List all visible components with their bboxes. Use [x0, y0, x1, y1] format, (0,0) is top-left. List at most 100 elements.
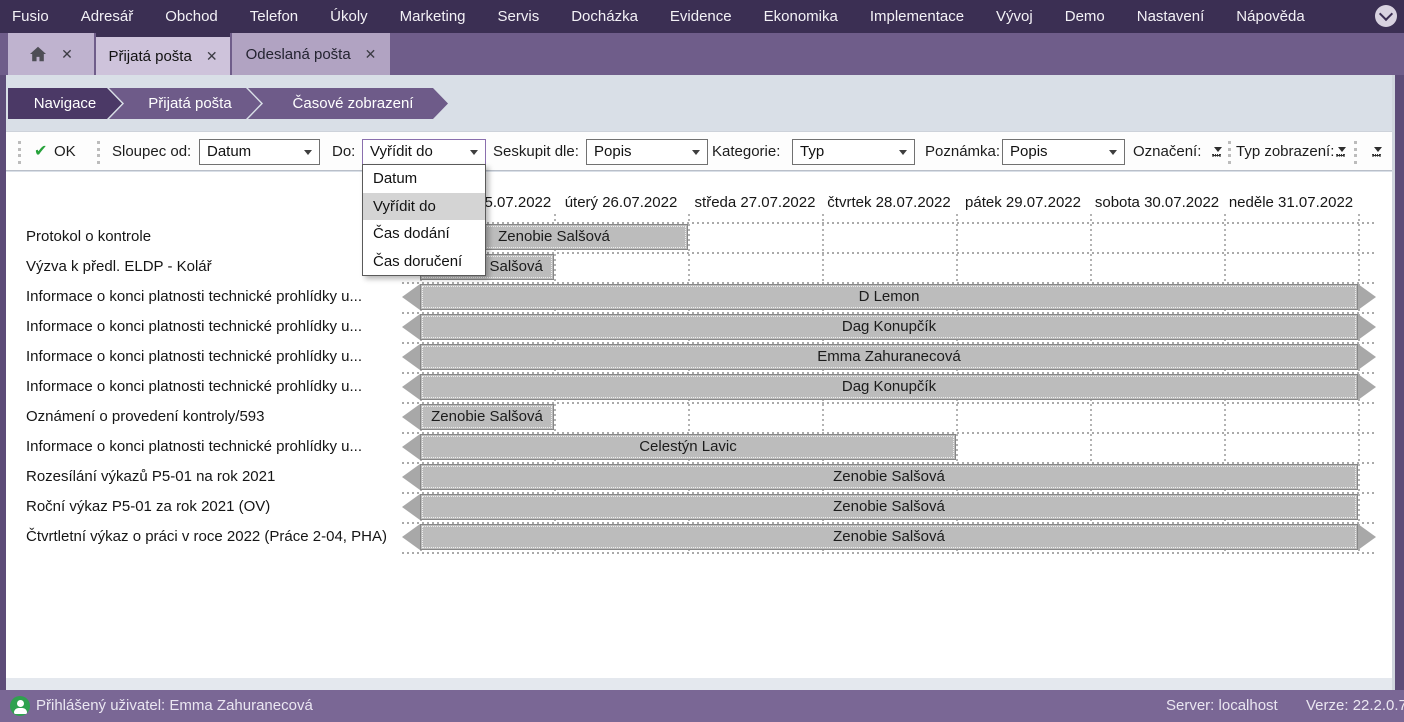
category-select[interactable]: Typ	[792, 139, 915, 165]
gantt-bar-overflow-left-icon	[402, 374, 420, 400]
column-to-select[interactable]: Vyřídit do	[362, 139, 486, 165]
menu-item-napoveda[interactable]: Nápověda	[1236, 8, 1304, 25]
menu-item-evidence[interactable]: Evidence	[670, 8, 732, 25]
gantt-bar[interactable]: Zenobie Salšová	[420, 524, 1358, 550]
day-header-utery-26-07-2022: úterý 26.07.2022	[554, 190, 688, 216]
grid-hline	[402, 552, 1376, 554]
view-type-label: Typ zobrazení:	[1236, 132, 1334, 172]
gantt-bar[interactable]: Emma Zahuranecová	[420, 344, 1358, 370]
menu-item-adresar[interactable]: Adresář	[81, 8, 134, 25]
column-to-value: Vyřídit do	[370, 143, 433, 160]
timeline-row-title: Roční výkaz P5-01 za rok 2021 (OV)	[26, 492, 270, 522]
gantt-bar[interactable]: Dag Konupčík	[420, 374, 1358, 400]
tab-bar: ✕Přijatá pošta✕Odeslaná pošta✕	[0, 33, 1404, 75]
menu-item-fusio[interactable]: Fusio	[12, 8, 49, 25]
breadcrumb-item-navigace[interactable]: Navigace	[8, 88, 122, 119]
gantt-bar-overflow-left-icon	[402, 494, 420, 520]
logged-user-text: Přihlášený uživatel: Emma Zahuranecová	[36, 690, 313, 722]
day-header-ctvrtek-28-07-2022: čtvrtek 28.07.2022	[822, 190, 956, 216]
group-by-value: Popis	[594, 143, 632, 160]
tab-home[interactable]: ✕	[8, 33, 94, 75]
menu-item-marketing[interactable]: Marketing	[400, 8, 466, 25]
gantt-bar[interactable]: Celestýn Lavic	[420, 434, 956, 460]
caret-down-icon	[1109, 150, 1117, 155]
timeline-row-title: Informace o konci platnosti technické pr…	[26, 312, 362, 342]
timeline-row-title: Čtvrtletní výkaz o práci v roce 2022 (Pr…	[26, 522, 387, 552]
caret-down-icon	[899, 150, 907, 155]
timeline-row-title: Informace o konci platnosti technické pr…	[26, 432, 362, 462]
menu-item-implementace[interactable]: Implementace	[870, 8, 964, 25]
breadcrumb-item-prijata-posta[interactable]: Přijatá pošta	[109, 88, 261, 119]
menu-item-obchod[interactable]: Obchod	[165, 8, 218, 25]
menu-item-demo[interactable]: Demo	[1065, 8, 1105, 25]
menu-item-ukoly[interactable]: Úkoly	[330, 8, 368, 25]
dropdown-option-cas-doruceni[interactable]: Čas doručení	[363, 248, 485, 276]
day-header-patek-29-07-2022: pátek 29.07.2022	[956, 190, 1090, 216]
menu-item-telefon[interactable]: Telefon	[250, 8, 298, 25]
window-right-border	[1392, 75, 1404, 690]
dropdown-option-cas-dodani[interactable]: Čas dodání	[363, 220, 485, 248]
day-header-streda-27-07-2022: středa 27.07.2022	[688, 190, 822, 216]
gantt-bar-overflow-right-icon	[1358, 374, 1376, 400]
note-select[interactable]: Popis	[1002, 139, 1125, 165]
toolbar-grip-handle[interactable]	[1228, 141, 1231, 164]
tab-label: Odeslaná pošta	[246, 46, 351, 63]
gantt-bar-overflow-left-icon	[402, 434, 420, 460]
ok-check-icon: ✔	[34, 132, 47, 172]
menu-item-ekonomika[interactable]: Ekonomika	[764, 8, 838, 25]
note-value: Popis	[1010, 143, 1048, 160]
horizontal-scroll-area[interactable]	[6, 678, 1392, 690]
timeline-row-title: Informace o konci platnosti technické pr…	[26, 342, 362, 372]
gantt-bar-overflow-left-icon	[402, 314, 420, 340]
close-icon[interactable]: ✕	[206, 49, 218, 63]
timeline-row-title: Výzva k předl. ELDP - Kolář	[26, 252, 212, 282]
gantt-bar[interactable]: Zenobie Salšová	[420, 404, 554, 430]
marking-label: Označení:	[1133, 132, 1201, 172]
gantt-bar[interactable]: D Lemon	[420, 284, 1358, 310]
toolbar: ✔ OK Sloupec od: Datum Do: Vyřídit do Se…	[6, 131, 1392, 171]
view-type-dropdown-icon[interactable]	[1336, 147, 1347, 158]
column-from-select[interactable]: Datum	[199, 139, 320, 165]
menu-item-dochazka[interactable]: Docházka	[571, 8, 638, 25]
server-text: Server: localhost	[1166, 690, 1278, 722]
close-icon[interactable]: ✕	[61, 47, 73, 61]
timeline-row-title: Protokol o kontrole	[26, 222, 151, 252]
timeline-row-title: Informace o konci platnosti technické pr…	[26, 282, 362, 312]
close-icon[interactable]: ✕	[365, 47, 377, 61]
gantt-bar[interactable]: Dag Konupčík	[420, 314, 1358, 340]
marking-dropdown-icon[interactable]	[1212, 147, 1223, 158]
gantt-bar-overflow-left-icon	[402, 524, 420, 550]
menu-item-servis[interactable]: Servis	[498, 8, 540, 25]
group-by-label: Seskupit dle:	[493, 132, 579, 172]
gantt-bar[interactable]: Zenobie Salšová	[420, 494, 1358, 520]
dropdown-option-datum[interactable]: Datum	[363, 165, 485, 193]
day-header-sobota-30-07-2022: sobota 30.07.2022	[1090, 190, 1224, 216]
column-from-value: Datum	[207, 143, 251, 160]
toolbar-grip-handle[interactable]	[18, 141, 21, 164]
dropdown-option-vyridit-do[interactable]: Vyřídit do	[363, 193, 485, 221]
gantt-bar-overflow-left-icon	[402, 284, 420, 310]
toolbar-overflow-icon[interactable]	[1372, 147, 1383, 158]
ok-button[interactable]: OK	[54, 132, 76, 172]
timeline-row-title: Informace o konci platnosti technické pr…	[26, 372, 362, 402]
caret-down-icon	[470, 150, 478, 155]
gantt-bar-overflow-left-icon	[402, 344, 420, 370]
tab-odeslana-posta[interactable]: Odeslaná pošta ✕	[232, 33, 390, 75]
toolbar-grip-handle[interactable]	[97, 141, 100, 164]
column-to-dropdown-list: DatumVyřídit doČas dodáníČas doručení	[362, 164, 486, 276]
gantt-bar-overflow-right-icon	[1358, 524, 1376, 550]
menubar: Fusio Adresář Obchod Telefon Úkoly Marketing S…	[0, 0, 1404, 33]
caret-down-icon	[692, 150, 700, 155]
breadcrumb-item-casove-zobrazeni[interactable]: Časové zobrazení	[248, 88, 448, 119]
gantt-bar-overflow-right-icon	[1358, 344, 1376, 370]
gantt-bar[interactable]: Zenobie Salšová	[420, 464, 1358, 490]
chevron-down-icon[interactable]	[1375, 5, 1397, 27]
toolbar-grip-handle[interactable]	[1354, 141, 1357, 164]
category-label: Kategorie:	[712, 132, 780, 172]
gantt-bar-overflow-right-icon	[1358, 314, 1376, 340]
menu-item-vyvoj[interactable]: Vývoj	[996, 8, 1033, 25]
app-window: Fusio Adresář Obchod Telefon Úkoly Marketing S…	[0, 0, 1404, 722]
tab-prijata-posta[interactable]: Přijatá pošta✕	[96, 33, 230, 75]
group-by-select[interactable]: Popis	[586, 139, 708, 165]
menu-item-nastaveni[interactable]: Nastavení	[1137, 8, 1205, 25]
